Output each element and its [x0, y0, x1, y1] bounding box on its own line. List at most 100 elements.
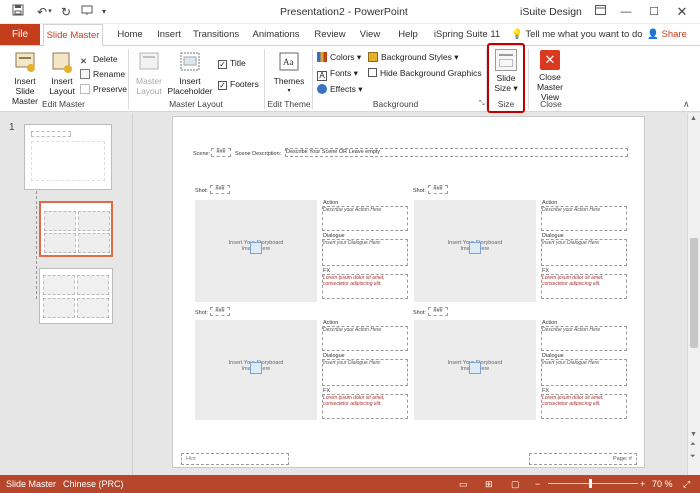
fx-text-field[interactable]: Lorem ipsum dolor sit amet, consectetur …	[541, 394, 627, 419]
tab-ispring-suite[interactable]: iSpring Suite 11	[432, 24, 502, 45]
close-master-icon: ✕	[540, 50, 560, 70]
fx-text-field[interactable]: Lorem ipsum dolor sit amet, consectetur …	[322, 394, 408, 419]
tab-help[interactable]: Help	[393, 24, 423, 45]
picture-icon	[250, 242, 262, 254]
action-text-field[interactable]: Describe your Action Here	[322, 326, 408, 351]
shot-number-field[interactable]: ###	[210, 307, 230, 316]
picture-icon	[469, 242, 481, 254]
fit-to-window-icon[interactable]: ⤢	[683, 478, 690, 490]
themes-label: Themes	[273, 76, 305, 86]
tab-slide-master[interactable]: Slide Master	[43, 24, 103, 46]
user-name[interactable]: iSuite Design	[520, 6, 582, 18]
zoom-slider-thumb[interactable]	[589, 479, 592, 488]
layout-icon	[51, 50, 73, 74]
fonts-dropdown[interactable]: A Fonts ▾	[317, 66, 358, 81]
tab-review[interactable]: Review	[312, 24, 348, 45]
slide-layout[interactable]: Scene: ### Scene Description: Describe Y…	[172, 116, 645, 468]
storyboard-image-placeholder[interactable]: Insert Your Storyboard Image Here	[195, 200, 317, 302]
delete-button[interactable]: ✕ Delete	[80, 52, 118, 66]
title-checkbox[interactable]: ✓ Title	[218, 56, 246, 70]
normal-view-icon[interactable]: ▭	[459, 478, 468, 490]
footers-checkbox-label: Footers	[230, 79, 259, 89]
shot-number-field[interactable]: ###	[428, 185, 448, 194]
tab-home[interactable]: Home	[110, 24, 150, 45]
dialogue-text-field[interactable]: Insert your Dialogue Here	[541, 239, 627, 266]
scene-number-field[interactable]: ###	[211, 148, 231, 157]
colors-dropdown[interactable]: Colors ▾	[317, 50, 361, 64]
scene-label: Scene:	[193, 151, 211, 157]
next-slide-icon[interactable]: ⏷	[690, 453, 696, 461]
close-master-view-button[interactable]: ✕ Close Master View	[527, 50, 573, 102]
language-status[interactable]: Chinese (PRC)	[63, 478, 124, 490]
shot-number-field[interactable]: ###	[210, 185, 230, 194]
tab-file[interactable]: File	[0, 24, 40, 45]
preserve-button[interactable]: Preserve	[80, 82, 127, 96]
storyboard-image-placeholder[interactable]: Insert Your Storyboard Image Here	[414, 320, 536, 420]
fx-text-field[interactable]: Lorem ipsum dolor sit amet, consectetur …	[541, 274, 627, 299]
group-label-edit-master: Edit Master	[42, 99, 85, 109]
slide-sorter-icon[interactable]: ⊞	[485, 478, 493, 490]
thumbnail-placeholder	[31, 131, 71, 137]
previous-slide-icon[interactable]: ⏶	[690, 441, 696, 449]
master-layout-button[interactable]: Master Layout	[133, 50, 165, 96]
scrollbar-thumb[interactable]	[690, 238, 698, 348]
themes-button[interactable]: Aa Themes ▾	[270, 50, 308, 96]
storyboard-image-placeholder[interactable]: Insert Your Storyboard Image Here	[414, 200, 536, 302]
dialogue-text-field[interactable]: Insert your Dialogue Here	[322, 359, 408, 386]
undo-dropdown-icon[interactable]: ▾	[46, 4, 54, 20]
minimize-icon[interactable]: —	[612, 2, 640, 22]
storyboard-image-placeholder[interactable]: Insert Your Storyboard Image Here	[195, 320, 317, 420]
effects-dropdown[interactable]: Effects ▾	[317, 82, 362, 96]
insert-layout-button[interactable]: Insert Layout	[48, 50, 76, 96]
thumbnail-placeholder	[78, 233, 110, 253]
insert-placeholder-button[interactable]: Insert Placeholder	[165, 50, 215, 96]
fx-text-field[interactable]: Lorem ipsum dolor sit amet, consectetur …	[322, 274, 408, 299]
hide-background-graphics-checkbox[interactable]: Hide Background Graphics	[368, 66, 482, 80]
close-window-icon[interactable]: ✕	[668, 2, 696, 22]
dialogue-text-field[interactable]: Insert your Dialogue Here	[322, 239, 408, 266]
action-text-field[interactable]: Describe your Action Here	[541, 206, 627, 231]
save-icon[interactable]	[10, 4, 26, 20]
checkbox-unchecked-icon	[368, 68, 377, 77]
layout-thumbnail-selected[interactable]	[39, 201, 113, 257]
present-from-start-icon[interactable]	[79, 4, 95, 20]
tab-view[interactable]: View	[355, 24, 385, 45]
insert-slide-master-button[interactable]: Insert Slide Master	[3, 50, 47, 106]
scroll-up-icon[interactable]: ▲	[690, 115, 697, 122]
footer-left-field[interactable]: Hint	[181, 453, 289, 465]
lightbulb-icon: 💡	[511, 29, 523, 40]
slide-master-icon	[13, 50, 37, 74]
master-layout-label: Master Layout	[136, 76, 162, 96]
redo-icon[interactable]: ↻	[58, 4, 74, 20]
dialog-launcher-icon[interactable]: ⤡	[479, 100, 485, 108]
master-slide-thumbnail[interactable]	[24, 124, 112, 190]
ribbon-display-options-icon[interactable]	[586, 2, 614, 22]
reading-view-icon[interactable]: ▢	[511, 478, 520, 490]
rename-button[interactable]: Rename	[80, 67, 125, 81]
zoom-level[interactable]: 70 %	[652, 478, 673, 490]
vertical-scrollbar[interactable]: ▲ ▼ ⏶ ⏷	[687, 113, 700, 475]
action-text-field[interactable]: Describe your Action Here	[541, 326, 627, 351]
share-button[interactable]: 👤 Share	[647, 24, 687, 45]
zoom-out-icon[interactable]: −	[535, 478, 540, 490]
zoom-in-icon[interactable]: +	[640, 478, 645, 490]
customize-toolbar-icon[interactable]: ▾	[96, 4, 112, 20]
layout-thumbnail[interactable]	[39, 268, 113, 324]
page-number-field[interactable]: Page: #	[529, 453, 637, 465]
background-styles-dropdown[interactable]: Background Styles ▾	[368, 50, 459, 64]
tell-me-search[interactable]: 💡 Tell me what you want to do	[511, 24, 643, 45]
tab-transitions[interactable]: Transitions	[193, 24, 239, 45]
zoom-slider-track[interactable]	[548, 483, 638, 484]
maximize-icon[interactable]: ☐	[640, 2, 668, 22]
scroll-down-icon[interactable]: ▼	[690, 431, 697, 438]
master-layout-icon	[138, 50, 160, 74]
collapse-ribbon-icon[interactable]: ∧	[683, 99, 690, 110]
tab-animations[interactable]: Animations	[251, 24, 301, 45]
footers-checkbox[interactable]: ✓ Footers	[218, 77, 259, 91]
action-text-field[interactable]: Describe your Action Here	[322, 206, 408, 231]
effects-icon	[317, 84, 327, 94]
dialogue-text-field[interactable]: Insert your Dialogue Here	[541, 359, 627, 386]
shot-number-field[interactable]: ###	[428, 307, 448, 316]
tab-insert[interactable]: Insert	[152, 24, 186, 45]
scene-description-field[interactable]: Describe Your Scene OR Leave empty	[285, 148, 628, 157]
